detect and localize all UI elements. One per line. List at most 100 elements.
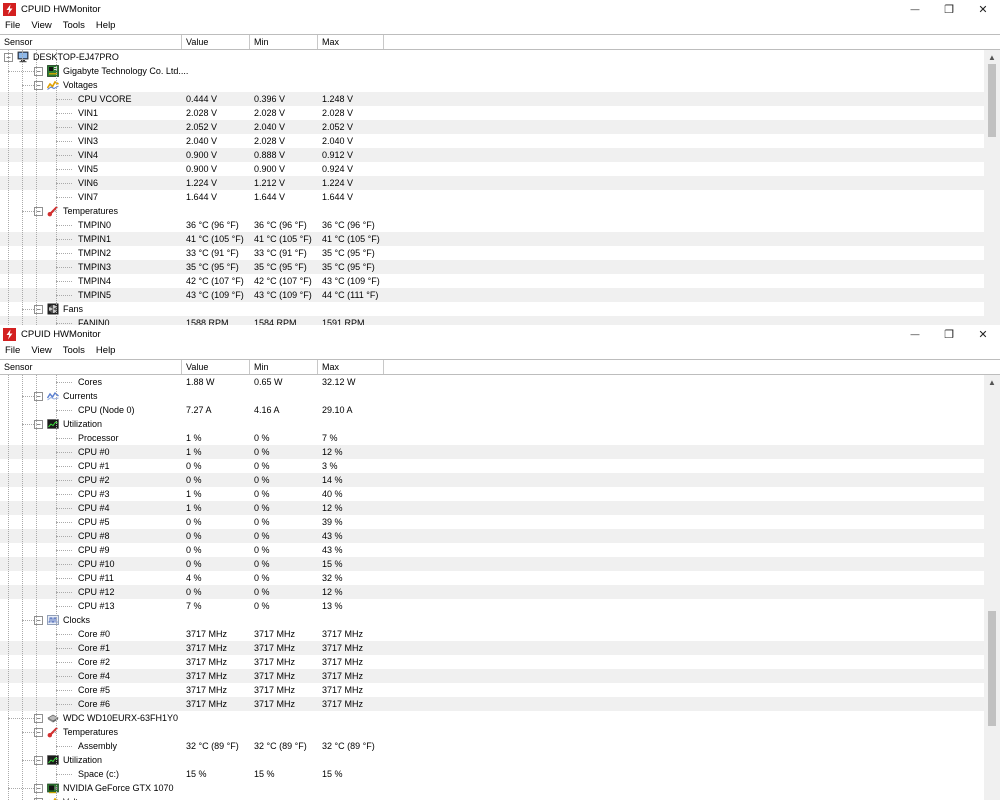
tree-group-row[interactable]: − WDC WD10EURX-63FH1Y0 (0, 711, 984, 725)
menu-file[interactable]: File (5, 345, 20, 356)
column-value[interactable]: Value (182, 360, 250, 374)
tree-group-row[interactable]: − NVIDIA GeForce GTX 1070 (0, 781, 984, 795)
restore-button[interactable]: ❐ (932, 325, 966, 343)
sensor-row[interactable]: VIN1 2.028 V 2.028 V 2.028 V (0, 106, 984, 120)
sensor-row[interactable]: CPU #10 0 % 0 % 15 % (0, 557, 984, 571)
close-button[interactable]: ✕ (966, 0, 1000, 18)
restore-button[interactable]: ❐ (932, 0, 966, 18)
menu-view[interactable]: View (31, 20, 51, 31)
tree-connector (56, 225, 72, 226)
column-value[interactable]: Value (182, 35, 250, 49)
sensor-value: 41 °C (105 °F) (186, 234, 244, 244)
sensor-row[interactable]: Core #5 3717 MHz 3717 MHz 3717 MHz (0, 683, 984, 697)
sensor-row[interactable]: TMPIN4 42 °C (107 °F) 42 °C (107 °F) 43 °C … (0, 274, 984, 288)
vertical-scrollbar[interactable]: ▲ (984, 50, 1000, 325)
minimize-button[interactable]: — (898, 0, 932, 18)
column-max[interactable]: Max (318, 35, 384, 49)
sensor-row[interactable]: Core #1 3717 MHz 3717 MHz 3717 MHz (0, 641, 984, 655)
column-sensor[interactable]: Sensor (0, 35, 182, 49)
thermometer-icon (47, 726, 59, 738)
menu-tools[interactable]: Tools (63, 345, 85, 356)
sensor-row[interactable]: TMPIN5 43 °C (109 °F) 43 °C (109 °F) 44 °C … (0, 288, 984, 302)
tree-group-row[interactable]: −Voltages (0, 795, 984, 800)
scroll-up-arrow[interactable]: ▲ (984, 50, 1000, 64)
sensor-row[interactable]: CPU #4 1 % 0 % 12 % (0, 501, 984, 515)
tree-group-row[interactable]: − Currents (0, 389, 984, 403)
sensor-row[interactable]: TMPIN1 41 °C (105 °F) 41 °C (105 °F) 41 °C … (0, 232, 984, 246)
sensor-row[interactable]: CPU #9 0 % 0 % 43 % (0, 543, 984, 557)
tree-group-row[interactable]: − Temperatures (0, 725, 984, 739)
sensor-row[interactable]: TMPIN2 33 °C (91 °F) 33 °C (91 °F) 35 °C (9… (0, 246, 984, 260)
close-button[interactable]: ✕ (966, 325, 1000, 343)
scrollbar-thumb[interactable] (988, 64, 996, 137)
column-min[interactable]: Min (250, 35, 318, 49)
menu-tools[interactable]: Tools (63, 20, 85, 31)
title-bar: CPUID HWMonitor — ❐ ✕ (0, 0, 1000, 18)
column-max[interactable]: Max (318, 360, 384, 374)
sensor-name: TMPIN2 (78, 248, 112, 258)
column-sensor[interactable]: Sensor (0, 360, 182, 374)
sensor-value: 3717 MHz (186, 643, 228, 653)
sensor-row[interactable]: VIN2 2.052 V 2.040 V 2.052 V (0, 120, 984, 134)
sensor-row[interactable]: Core #0 3717 MHz 3717 MHz 3717 MHz (0, 627, 984, 641)
tree-connector (56, 662, 72, 663)
sensor-row[interactable]: CPU #13 7 % 0 % 13 % (0, 599, 984, 613)
sensor-value: 1 % (186, 433, 202, 443)
sensor-row[interactable]: VIN5 0.900 V 0.900 V 0.924 V (0, 162, 984, 176)
sensor-row[interactable]: VIN4 0.900 V 0.888 V 0.912 V (0, 148, 984, 162)
sensor-row[interactable]: CPU #8 0 % 0 % 43 % (0, 529, 984, 543)
sensor-row[interactable]: CPU (Node 0) 7.27 A 4.16 A 29.10 A (0, 403, 984, 417)
sensor-min: 0 % (254, 573, 270, 583)
sensor-min: 0.888 V (254, 150, 286, 160)
sensor-row[interactable]: FANIN0 1588 RPM 1584 RPM 1591 RPM (0, 316, 984, 325)
tree-node: − Temperatures (34, 204, 118, 218)
sensor-row[interactable]: CPU #5 0 % 0 % 39 % (0, 515, 984, 529)
menu-view[interactable]: View (31, 345, 51, 356)
menu-help[interactable]: Help (96, 20, 116, 31)
sensor-max: 29.10 A (322, 405, 353, 415)
tree-group-row[interactable]: − DESKTOP-EJ47PRO (0, 50, 984, 64)
tree-connector (56, 382, 72, 383)
sensor-row[interactable]: CPU VCORE 0.444 V 0.396 V 1.248 V (0, 92, 984, 106)
sensor-row[interactable]: Assembly 32 °C (89 °F) 32 °C (89 °F) 32 °C … (0, 739, 984, 753)
sensor-row[interactable]: CPU #0 1 % 0 % 12 % (0, 445, 984, 459)
tree-group-row[interactable]: − Gigabyte Technology Co. Ltd.... (0, 64, 984, 78)
sensor-row[interactable]: Cores 1.88 W 0.65 W 32.12 W (0, 375, 984, 389)
sensor-row[interactable]: Space (c:) 15 % 15 % 15 % (0, 767, 984, 781)
tree-group-row[interactable]: −Voltages (0, 78, 984, 92)
sensor-row[interactable]: TMPIN3 35 °C (95 °F) 35 °C (95 °F) 35 °C (9… (0, 260, 984, 274)
sensor-min: 33 °C (91 °F) (254, 248, 307, 258)
sensor-row[interactable]: CPU #1 0 % 0 % 3 % (0, 459, 984, 473)
thermometer-icon (47, 205, 59, 217)
tree-group-row[interactable]: − Utilization (0, 753, 984, 767)
sensor-row[interactable]: CPU #2 0 % 0 % 14 % (0, 473, 984, 487)
current-icon (47, 390, 59, 402)
sensor-max: 39 % (322, 517, 343, 527)
column-min[interactable]: Min (250, 360, 318, 374)
minimize-button[interactable]: — (898, 325, 932, 343)
sensor-name: FANIN0 (78, 318, 110, 325)
tree-group-row[interactable]: − Temperatures (0, 204, 984, 218)
sensor-row[interactable]: VIN7 1.644 V 1.644 V 1.644 V (0, 190, 984, 204)
vertical-scrollbar[interactable]: ▲ (984, 375, 1000, 800)
sensor-row[interactable]: TMPIN0 36 °C (96 °F) 36 °C (96 °F) 36 °C (9… (0, 218, 984, 232)
sensor-row[interactable]: Processor 1 % 0 % 7 % (0, 431, 984, 445)
sensor-row[interactable]: CPU #3 1 % 0 % 40 % (0, 487, 984, 501)
sensor-name: TMPIN1 (78, 234, 112, 244)
scrollbar-thumb[interactable] (988, 611, 996, 726)
sensor-row[interactable]: Core #4 3717 MHz 3717 MHz 3717 MHz (0, 669, 984, 683)
sensor-row[interactable]: VIN6 1.224 V 1.212 V 1.224 V (0, 176, 984, 190)
sensor-row[interactable]: CPU #11 4 % 0 % 32 % (0, 571, 984, 585)
sensor-row[interactable]: Core #2 3717 MHz 3717 MHz 3717 MHz (0, 655, 984, 669)
scroll-up-arrow[interactable]: ▲ (984, 375, 1000, 389)
sensor-row[interactable]: Core #6 3717 MHz 3717 MHz 3717 MHz (0, 697, 984, 711)
menu-help[interactable]: Help (96, 345, 116, 356)
tree-group-row[interactable]: − Clocks (0, 613, 984, 627)
sensor-row[interactable]: CPU #12 0 % 0 % 12 % (0, 585, 984, 599)
sensor-value: 0 % (186, 475, 202, 485)
sensor-row[interactable]: VIN3 2.040 V 2.028 V 2.040 V (0, 134, 984, 148)
tree-group-row[interactable]: − Fans (0, 302, 984, 316)
tree-connector (56, 466, 72, 467)
menu-file[interactable]: File (5, 20, 20, 31)
tree-group-row[interactable]: − Utilization (0, 417, 984, 431)
